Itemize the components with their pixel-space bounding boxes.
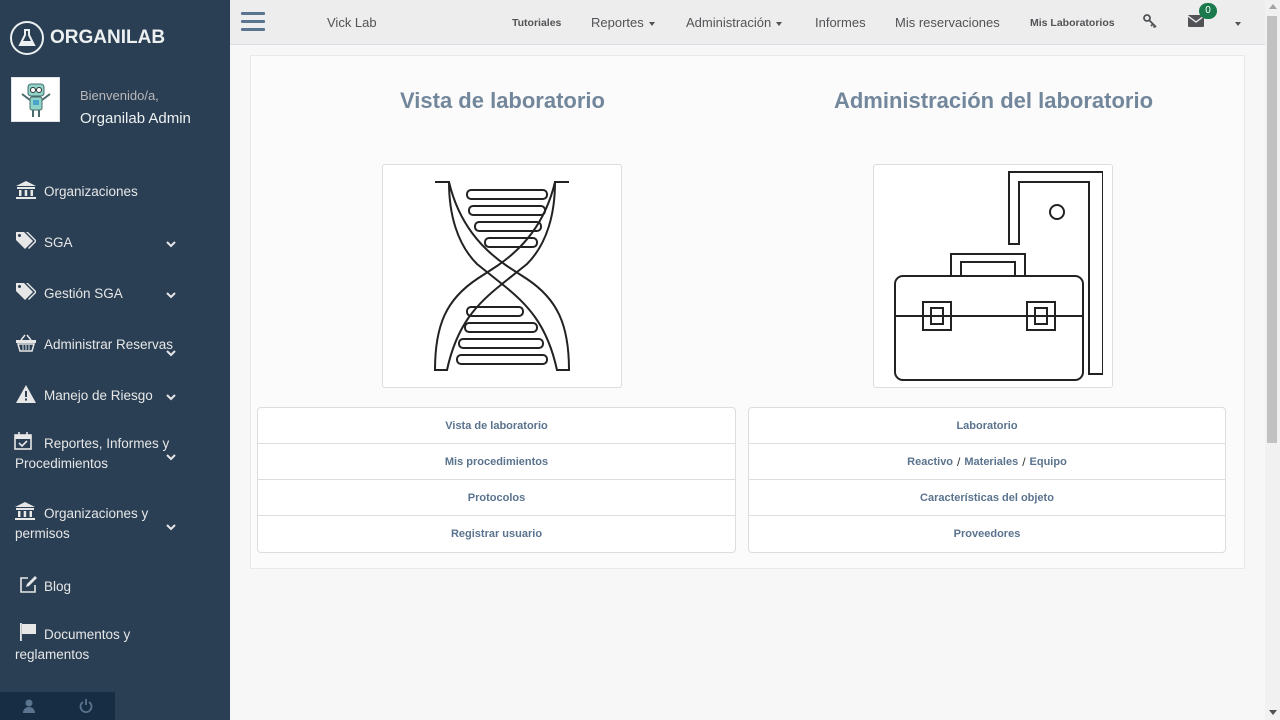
lab-view-image[interactable] xyxy=(382,164,622,388)
nav-reportes-label: Reportes xyxy=(591,15,644,30)
sidebar-item-label: Manejo de Riesgo xyxy=(44,388,153,403)
scroll-thumb[interactable] xyxy=(1267,16,1277,443)
nav-tutoriales[interactable]: Tutoriales xyxy=(512,17,561,29)
sidebar-menu: Organizaciones SGA Gestión SGA Administr… xyxy=(0,166,230,682)
inventory-links-row: Reactivo / Materiales / Equipo xyxy=(749,444,1225,480)
lab-view-title: Vista de laboratorio xyxy=(400,88,605,113)
sidebar-item-label: Organizaciones xyxy=(44,184,138,199)
separator: / xyxy=(1022,454,1026,469)
sidebar-item-administrar-reservas[interactable]: Administrar Reservas xyxy=(0,319,230,370)
sidebar-item-reportes[interactable]: Reportes, Informes y Procedimientos xyxy=(0,421,230,491)
sidebar-item-label: Administrar Reservas xyxy=(44,337,174,352)
scroll-down-arrow[interactable] xyxy=(1269,710,1277,715)
link-caracteristicas-objeto[interactable]: Características del objeto xyxy=(749,480,1225,516)
sidebar: ORGANILAB Bienvenido/a, Organilab Admin … xyxy=(0,0,230,720)
sidebar-item-sga[interactable]: SGA xyxy=(0,217,230,268)
edit-icon xyxy=(17,575,39,595)
caret-down-icon xyxy=(1235,21,1241,26)
chevron-down-icon xyxy=(166,350,176,357)
brand-name: ORGANILAB xyxy=(50,27,166,48)
chevron-down-icon xyxy=(166,454,176,461)
vertical-scrollbar[interactable] xyxy=(1265,0,1280,720)
nav-informes[interactable]: Informes xyxy=(815,15,866,30)
chevron-down-icon xyxy=(166,394,176,401)
sidebar-item-label: Documentos y reglamentos xyxy=(15,627,131,662)
welcome-text: Bienvenido/a, xyxy=(80,88,159,103)
link-mis-procedimientos[interactable]: Mis procedimientos xyxy=(258,444,735,480)
lab-admin-links: Laboratorio Reactivo / Materiales / Equi… xyxy=(748,407,1226,553)
sidebar-item-gestion-sga[interactable]: Gestión SGA xyxy=(0,268,230,319)
nav-reportes[interactable]: Reportes xyxy=(591,15,655,30)
sidebar-item-label: Gestión SGA xyxy=(44,286,123,301)
nav-mis-laboratorios[interactable]: Mis Laboratorios xyxy=(1030,17,1115,29)
tags-icon xyxy=(15,282,37,302)
brand[interactable]: ORGANILAB xyxy=(10,20,165,56)
nav-administracion-label: Administración xyxy=(686,15,772,30)
logout-button[interactable] xyxy=(57,692,114,720)
sidebar-item-label: Reportes, Informes y Procedimientos xyxy=(15,436,170,471)
tags-icon xyxy=(15,231,37,251)
flask-icon xyxy=(10,21,44,55)
main-panel: Vista de laboratorio Administración del … xyxy=(250,55,1245,569)
nav-administracion[interactable]: Administración xyxy=(686,15,783,30)
key-icon[interactable] xyxy=(1143,14,1157,31)
menu-toggle-icon[interactable] xyxy=(241,12,265,32)
separator: / xyxy=(957,454,961,469)
user-icon xyxy=(22,699,35,713)
link-reactivo[interactable]: Reactivo xyxy=(907,456,953,468)
link-proveedores[interactable]: Proveedores xyxy=(749,516,1225,552)
avatar[interactable] xyxy=(11,77,60,122)
chevron-down-icon xyxy=(166,524,176,531)
basket-icon xyxy=(15,333,37,353)
link-protocolos[interactable]: Protocolos xyxy=(258,480,735,516)
lab-view-links: Vista de laboratorio Mis procedimientos … xyxy=(257,407,736,553)
nav-mis-reservaciones[interactable]: Mis reservaciones xyxy=(895,15,1000,30)
power-icon xyxy=(79,699,92,713)
link-registrar-usuario[interactable]: Registrar usuario xyxy=(258,516,735,552)
dna-icon xyxy=(433,181,571,371)
chevron-down-icon xyxy=(166,292,176,299)
scroll-up-arrow[interactable] xyxy=(1269,4,1277,9)
warning-icon xyxy=(15,384,37,404)
lab-admin-title: Administración del laboratorio xyxy=(833,88,1154,113)
sidebar-item-documentos[interactable]: Documentos y reglamentos xyxy=(0,612,230,682)
link-laboratorio[interactable]: Laboratorio xyxy=(749,408,1225,444)
username: Organilab Admin xyxy=(80,110,191,127)
top-navbar: Vick Lab Tutoriales Reportes Administrac… xyxy=(230,0,1265,45)
user-profile: Bienvenido/a, Organilab Admin xyxy=(11,77,191,127)
lab-admin-image[interactable] xyxy=(873,164,1113,388)
caret-down-icon xyxy=(776,21,783,26)
sidebar-item-label: Blog xyxy=(44,579,72,594)
current-lab[interactable]: Vick Lab xyxy=(327,15,377,30)
link-materiales[interactable]: Materiales xyxy=(964,456,1018,468)
message-count-badge: 0 xyxy=(1199,3,1217,19)
link-vista-laboratorio[interactable]: Vista de laboratorio xyxy=(258,408,735,444)
sidebar-footer xyxy=(0,692,115,720)
profile-button[interactable] xyxy=(0,692,57,720)
sidebar-item-organizaciones[interactable]: Organizaciones xyxy=(0,166,230,217)
sidebar-item-label: Organizaciones y permisos xyxy=(15,506,149,541)
institution-icon xyxy=(15,180,37,200)
sidebar-item-label: SGA xyxy=(44,235,73,250)
link-equipo[interactable]: Equipo xyxy=(1030,456,1067,468)
user-dropdown-toggle[interactable] xyxy=(1230,15,1241,30)
chevron-down-icon xyxy=(166,241,176,248)
caret-down-icon xyxy=(648,21,655,26)
toolbox-icon xyxy=(894,171,1103,381)
sidebar-item-manejo-riesgo[interactable]: Manejo de Riesgo xyxy=(0,370,230,421)
sidebar-item-blog[interactable]: Blog xyxy=(0,561,230,612)
sidebar-item-organizaciones-permisos[interactable]: Organizaciones y permisos xyxy=(0,491,230,561)
